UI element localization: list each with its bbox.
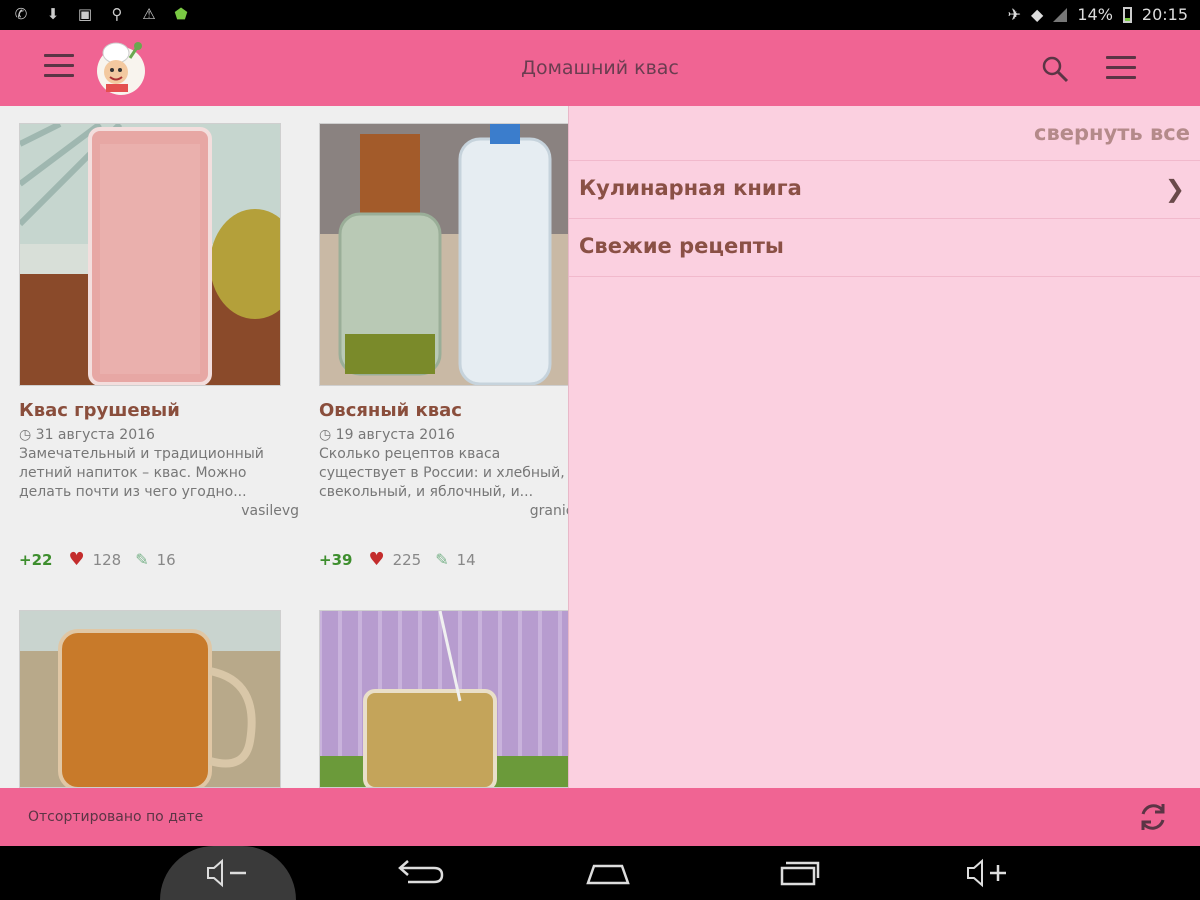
drawer-item-cookbook[interactable]: Кулинарная книга ❯ xyxy=(569,160,1200,218)
chevron-right-icon: ❯ xyxy=(1164,175,1185,203)
collapse-all-button[interactable]: свернуть все xyxy=(1034,121,1190,145)
system-indicators: ✈ ◆ 14% 20:15 xyxy=(1008,5,1188,24)
clock: 20:15 xyxy=(1141,5,1188,24)
comment-count: 16 xyxy=(156,550,176,569)
recipe-score: +39 xyxy=(319,550,353,569)
nav-menu-button[interactable] xyxy=(44,54,76,82)
category-drawer: свернуть все Кулинарная книга ❯ Свежие р… xyxy=(568,106,1200,788)
shield-icon: ⬟ xyxy=(174,5,188,23)
hamburger-icon xyxy=(44,54,74,57)
sort-bar: Отсортировано по дате xyxy=(0,788,1200,846)
image-icon: ▣ xyxy=(77,5,93,23)
like-count: 128 xyxy=(92,550,122,569)
recipe-card[interactable]: Квас грушевый ◷ 31 августа 2016 Замечате… xyxy=(19,123,299,570)
whatsapp-icon: ✆ xyxy=(14,5,28,23)
warning-icon: ⚠ xyxy=(142,5,156,23)
recipe-photo xyxy=(319,123,568,386)
heart-icon: ♥ xyxy=(68,549,85,570)
vibrate-icon: ✈ xyxy=(1007,5,1022,24)
comment-icon: ✎ xyxy=(435,550,449,569)
recipe-title: Овсяный квас xyxy=(319,400,462,421)
refresh-button[interactable] xyxy=(1136,800,1170,834)
recipe-grid: Квас грушевый ◷ 31 августа 2016 Замечате… xyxy=(0,106,568,788)
search-icon: ⚲ xyxy=(111,5,123,23)
battery-icon xyxy=(1122,6,1132,23)
clock-icon: ◷ xyxy=(19,427,32,443)
volume-down-icon[interactable] xyxy=(198,858,258,888)
drawer-item-fresh-recipes[interactable]: Свежие рецепты xyxy=(569,218,1200,276)
wifi-icon: ◆ xyxy=(1031,5,1044,24)
back-icon[interactable] xyxy=(388,858,448,888)
system-nav-bar xyxy=(0,846,1200,900)
recipe-title: Квас грушевый xyxy=(19,400,180,421)
recipe-description: Замечательный и традиционный летний напи… xyxy=(19,446,264,500)
sort-label: Отсортировано по дате xyxy=(28,809,204,825)
heart-icon: ♥ xyxy=(368,549,385,570)
chef-logo-icon xyxy=(97,42,145,95)
recipe-card[interactable]: Овсяный квас ◷ 19 августа 2016 Сколько р… xyxy=(319,123,568,570)
notification-icons: ✆ ⬇ ▣ ⚲ ⚠ ⬟ xyxy=(12,5,190,23)
recipe-author: granichnil xyxy=(529,503,568,519)
menu-icon xyxy=(1106,56,1136,59)
drawer-item-label: Свежие рецепты xyxy=(579,234,784,258)
recipe-photo xyxy=(19,610,281,788)
search-button[interactable] xyxy=(1040,54,1070,84)
volume-up-icon[interactable] xyxy=(958,858,1018,888)
comment-count: 14 xyxy=(456,550,476,569)
divider xyxy=(569,276,1200,277)
drawer-menu-button[interactable] xyxy=(1106,56,1138,84)
recipe-photo xyxy=(19,123,281,386)
download-icon: ⬇ xyxy=(46,5,60,23)
recipe-card[interactable] xyxy=(319,610,568,788)
recipe-score: +22 xyxy=(19,550,53,569)
clock-icon: ◷ xyxy=(319,427,332,443)
recipe-photo xyxy=(319,610,568,788)
app-bar: Домашний квас xyxy=(0,30,1200,106)
recipe-description: Сколько рецептов кваса существует в Росс… xyxy=(319,446,568,500)
recipe-stats: +39 ♥ 225 ✎ 14 xyxy=(319,549,568,570)
recipe-stats: +22 ♥ 128 ✎ 16 xyxy=(19,549,299,570)
drawer-item-label: Кулинарная книга xyxy=(579,176,802,200)
page-title: Домашний квас xyxy=(521,57,679,79)
battery-percent: 14% xyxy=(1077,5,1113,24)
recents-icon[interactable] xyxy=(768,858,828,888)
home-icon[interactable] xyxy=(578,858,638,888)
recipe-author: vasilevg xyxy=(241,503,299,519)
recipe-date: ◷ 19 августа 2016 xyxy=(319,427,455,443)
comment-icon: ✎ xyxy=(135,550,149,569)
like-count: 225 xyxy=(392,550,422,569)
recipe-card[interactable] xyxy=(19,610,299,788)
recipe-date: ◷ 31 августа 2016 xyxy=(19,427,155,443)
status-bar: ✆ ⬇ ▣ ⚲ ⚠ ⬟ ✈ ◆ 14% 20:15 xyxy=(0,0,1200,30)
signal-icon xyxy=(1053,7,1068,22)
